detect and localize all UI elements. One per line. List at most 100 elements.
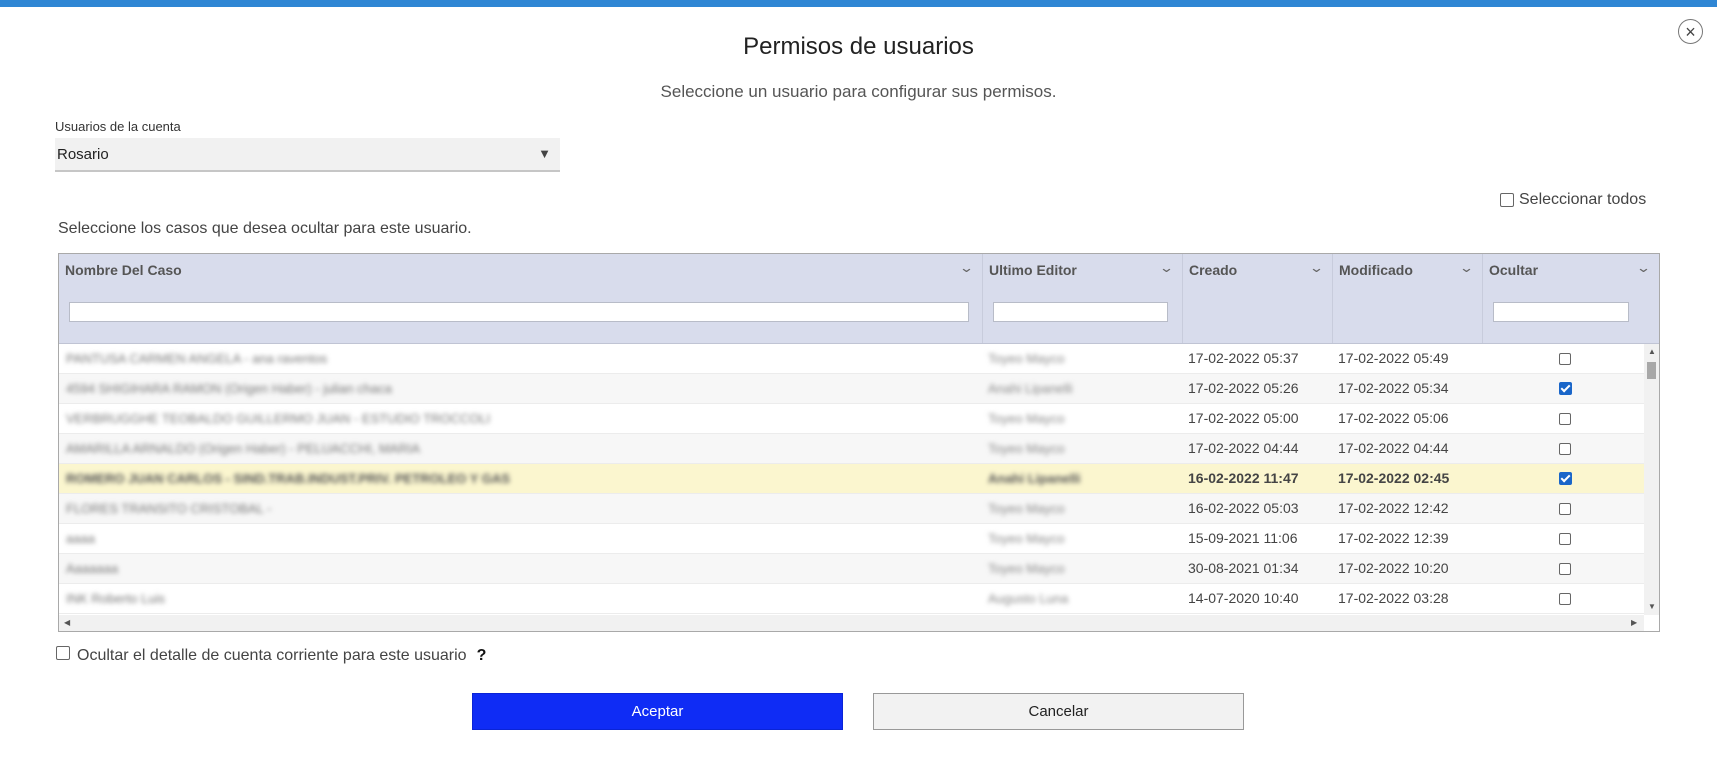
hide-checkbox[interactable]	[1559, 563, 1571, 575]
editor-cell: Toyeo Mayco	[988, 351, 1065, 366]
chevron-down-icon[interactable]: ⌄	[959, 260, 974, 276]
column-header-modified[interactable]: Modificado ⌄	[1333, 254, 1483, 343]
table-row[interactable]: PANTUSA CARMEN ANGELA - ana raventos Toye…	[59, 344, 1644, 374]
dialog-subtitle: Seleccione un usuario para configurar su…	[660, 82, 1057, 101]
column-label: Nombre Del Caso	[65, 262, 182, 278]
case-name-cell: 4594 SHIGIHARA RAMON (Origen Haber) - ju…	[66, 381, 392, 396]
editor-cell: Toyeo Mayco	[988, 441, 1065, 456]
table-row[interactable]: aaaa Toyeo Mayco 15-09-2021 11:06 17-02-202…	[59, 524, 1644, 554]
hide-checkbox[interactable]	[1559, 382, 1572, 395]
hide-cell	[1559, 584, 1589, 614]
table-instructions: Seleccione los casos que desea ocultar p…	[58, 220, 472, 237]
column-header-created[interactable]: Creado ⌄	[1183, 254, 1333, 343]
hide-cell	[1559, 494, 1589, 524]
hide-checkbox[interactable]	[1559, 472, 1572, 485]
modified-date-cell: 17-02-2022 05:06	[1338, 410, 1449, 426]
created-date-cell: 16-02-2022 05:03	[1188, 500, 1299, 516]
modified-date-cell: 17-02-2022 02:45	[1338, 470, 1450, 486]
chevron-down-icon[interactable]: ⌄	[1309, 260, 1324, 276]
hide-checkbox[interactable]	[1559, 443, 1571, 455]
hide-account-label: Ocultar el detalle de cuenta corriente p…	[77, 647, 467, 664]
created-date-cell: 17-02-2022 05:26	[1188, 380, 1299, 396]
vertical-scrollbar[interactable]: ▲ ▼	[1644, 344, 1659, 615]
hide-checkbox[interactable]	[1559, 503, 1571, 515]
filter-input-editor[interactable]	[993, 302, 1168, 322]
permissions-dialog: × Permisos de usuarios Seleccione un usu…	[0, 7, 1717, 762]
chevron-down-icon[interactable]: ⌄	[1459, 260, 1474, 276]
case-name-cell: AMARILLA ARNALDO (Origen Haber) - PELUAC…	[66, 441, 420, 456]
column-label: Ocultar	[1489, 262, 1539, 278]
hide-account-checkbox[interactable]	[56, 646, 70, 660]
select-all-control[interactable]: Seleccionar todos	[1500, 191, 1646, 209]
editor-cell: Toyeo Mayco	[988, 531, 1065, 546]
table-row[interactable]: INK Roberto Luis Augusto Luna 14-07-2020 1…	[59, 584, 1644, 614]
hide-account-control[interactable]: Ocultar el detalle de cuenta corriente p…	[56, 646, 487, 665]
scroll-right-icon[interactable]: ▶	[1631, 618, 1637, 627]
hide-cell	[1559, 374, 1589, 404]
case-name-cell: VERBRUGGHE TEOBALDO GUILLERMO JUAN - EST…	[66, 411, 491, 426]
created-date-cell: 14-07-2020 10:40	[1188, 590, 1299, 606]
table-row[interactable]: AMARILLA ARNALDO (Origen Haber) - PELUAC…	[59, 434, 1644, 464]
scroll-up-icon[interactable]: ▲	[1648, 347, 1656, 356]
filter-input-name[interactable]	[69, 302, 969, 322]
select-all-label: Seleccionar todos	[1519, 191, 1647, 208]
column-header-editor[interactable]: Ultimo Editor ⌄	[983, 254, 1183, 343]
case-name-cell: Aaaaaaa	[66, 561, 119, 576]
column-header-name[interactable]: Nombre Del Caso ⌄	[59, 254, 983, 343]
scrollbar-thumb[interactable]	[1647, 362, 1656, 379]
editor-cell: Toyeo Mayco	[988, 501, 1065, 516]
hide-checkbox[interactable]	[1559, 353, 1571, 365]
accept-button[interactable]: Aceptar	[472, 693, 843, 730]
scroll-left-icon[interactable]: ◀	[64, 618, 70, 627]
hide-cell	[1559, 344, 1589, 374]
hide-checkbox[interactable]	[1559, 413, 1571, 425]
case-name-cell: aaaa	[66, 531, 95, 546]
column-label: Ultimo Editor	[989, 262, 1077, 278]
hide-cell	[1559, 404, 1589, 434]
filter-input-hide[interactable]	[1493, 302, 1629, 322]
select-all-checkbox[interactable]	[1500, 193, 1514, 207]
created-date-cell: 17-02-2022 05:00	[1188, 410, 1299, 426]
editor-cell: Augusto Luna	[988, 591, 1069, 606]
column-label: Modificado	[1339, 262, 1413, 278]
modified-date-cell: 17-02-2022 05:49	[1338, 350, 1449, 366]
table-row[interactable]: VERBRUGGHE TEOBALDO GUILLERMO JUAN - EST…	[59, 404, 1644, 434]
hide-cell	[1559, 464, 1589, 494]
modified-date-cell: 17-02-2022 05:34	[1338, 380, 1449, 396]
modified-date-cell: 17-02-2022 04:44	[1338, 440, 1449, 456]
hide-cell	[1559, 524, 1589, 554]
table-row[interactable]: 4594 SHIGIHARA RAMON (Origen Haber) - ju…	[59, 374, 1644, 404]
modified-date-cell: 17-02-2022 12:39	[1338, 530, 1449, 546]
modified-date-cell: 17-02-2022 03:28	[1338, 590, 1449, 606]
user-select[interactable]: Rosario ▼	[55, 138, 560, 172]
table-row[interactable]: Aaaaaaa Toyeo Mayco 30-08-2021 01:34 17-02-…	[59, 554, 1644, 584]
case-name-cell: ROMERO JUAN CARLOS - SIND.TRAB.INDUST.PR…	[66, 471, 510, 486]
editor-cell: Anahi Lipanelli	[988, 471, 1081, 486]
dropdown-arrow-icon: ▼	[538, 146, 551, 161]
case-name-cell: INK Roberto Luis	[66, 591, 165, 606]
hide-checkbox[interactable]	[1559, 593, 1571, 605]
cancel-button[interactable]: Cancelar	[873, 693, 1244, 730]
column-label: Creado	[1189, 262, 1238, 278]
hide-checkbox[interactable]	[1559, 533, 1571, 545]
cases-table: Nombre Del Caso ⌄ Ultimo Editor ⌄ Creado…	[58, 253, 1660, 632]
dialog-title: Permisos de usuarios	[743, 33, 974, 60]
table-body: PANTUSA CARMEN ANGELA - ana raventos Toye…	[59, 344, 1644, 614]
hide-cell	[1559, 554, 1589, 584]
table-header: Nombre Del Caso ⌄ Ultimo Editor ⌄ Creado…	[59, 254, 1659, 344]
help-icon[interactable]: ?	[477, 647, 487, 665]
editor-cell: Toyeo Mayco	[988, 411, 1065, 426]
table-row[interactable]: ROMERO JUAN CARLOS - SIND.TRAB.INDUST.PR…	[59, 464, 1644, 494]
editor-cell: Toyeo Mayco	[988, 561, 1065, 576]
scroll-down-icon[interactable]: ▼	[1648, 602, 1656, 611]
editor-cell: Anahi Lipanelli	[988, 381, 1073, 396]
table-row[interactable]: FLORES TRANSITO CRISTOBAL - Toyeo Mayco 16…	[59, 494, 1644, 524]
column-header-hide[interactable]: Ocultar ⌄	[1483, 254, 1659, 343]
created-date-cell: 17-02-2022 04:44	[1188, 440, 1299, 456]
horizontal-scrollbar[interactable]: ◀ ▶	[59, 615, 1644, 631]
user-select-label: Usuarios de la cuenta	[55, 119, 181, 134]
created-date-cell: 16-02-2022 11:47	[1188, 470, 1299, 486]
chevron-down-icon[interactable]: ⌄	[1636, 260, 1651, 276]
chevron-down-icon[interactable]: ⌄	[1159, 260, 1174, 276]
created-date-cell: 15-09-2021 11:06	[1188, 530, 1298, 546]
